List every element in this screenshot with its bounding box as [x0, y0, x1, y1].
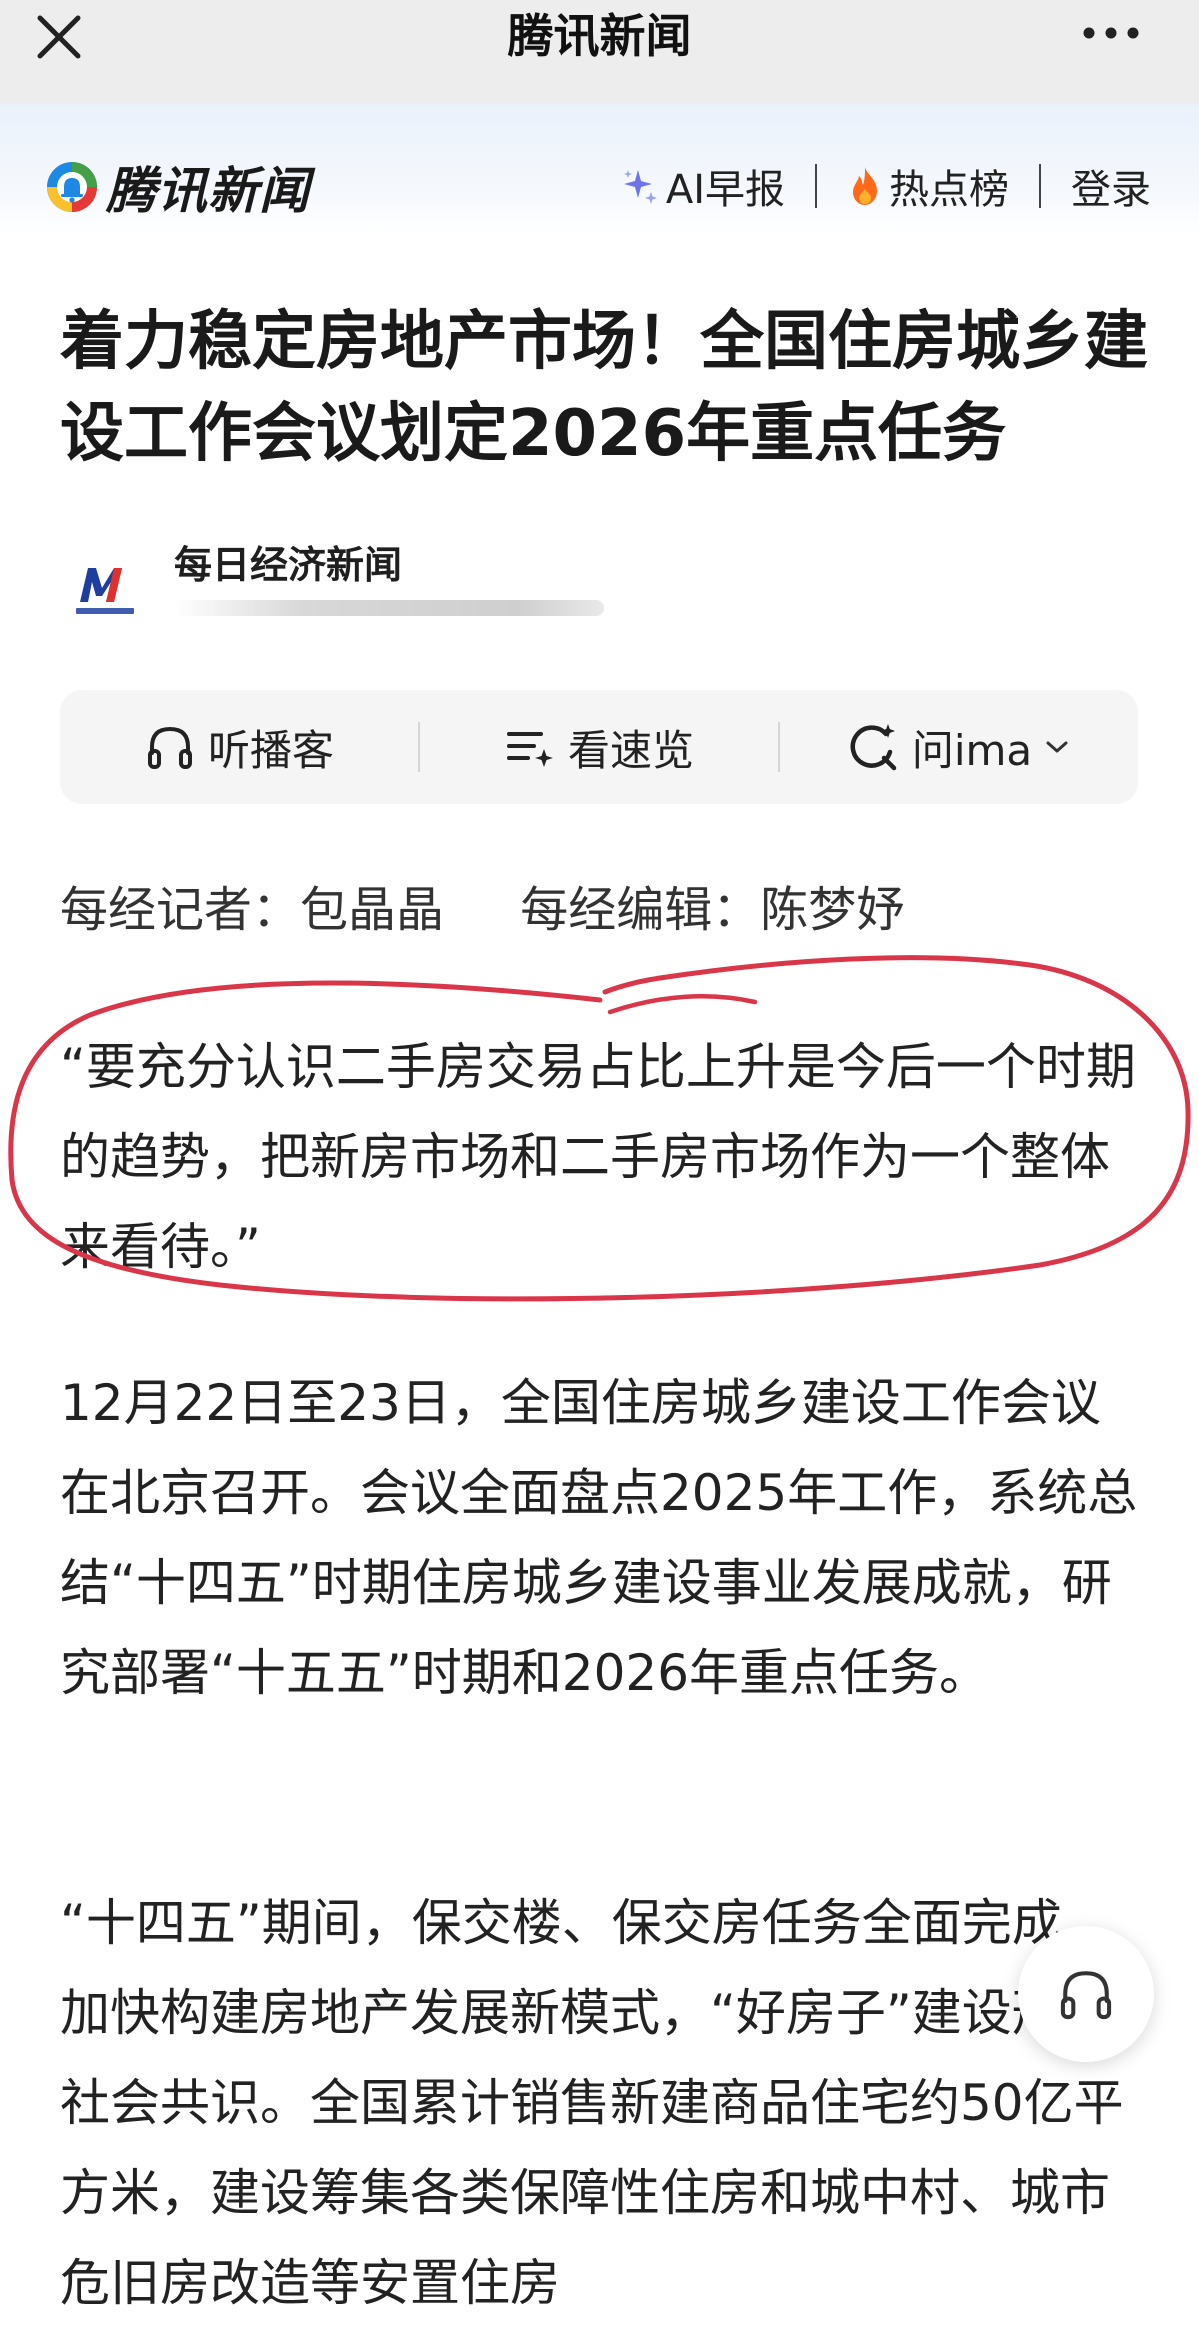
site-header: 腾讯新闻 AI早报 热点榜 登录 [0, 104, 1199, 236]
list-sparkle-icon [506, 732, 553, 767]
site-logo[interactable]: 腾讯新闻 [44, 154, 310, 220]
header-nav: AI早报 热点榜 登录 [620, 156, 1151, 216]
quote-paragraph: “要充分认识二手房交易占比上升是今后一个时期的趋势，把新房市场和二手房市场作为一… [60, 1038, 1136, 1276]
flame-icon [853, 167, 877, 205]
ai-brief-label: AI早报 [665, 167, 785, 213]
article-source[interactable]: 每日经济新闻 [60, 530, 660, 640]
more-options-icon[interactable] [1081, 18, 1141, 48]
byline: 每经记者：包晶晶 每经编辑：陈梦妤 [60, 882, 905, 938]
quick-summary-button[interactable]: 看速览 [420, 690, 778, 804]
ima-search-icon [850, 724, 897, 771]
publisher-name[interactable]: 每日经济新闻 [174, 534, 402, 589]
publish-meta-blurred [174, 600, 604, 616]
headphones-icon [147, 726, 192, 769]
tencent-news-bell-icon [47, 162, 97, 212]
floating-audio-button[interactable] [1018, 1926, 1154, 2062]
article-tools: 听播客 看速览 问ima [60, 690, 1138, 804]
ai-brief-link[interactable]: AI早报 [620, 157, 785, 215]
listen-label: 听播客 [207, 725, 334, 775]
app-title: 腾讯新闻 [507, 9, 692, 63]
summary-label: 看速览 [567, 725, 694, 775]
login-link[interactable]: 登录 [1071, 157, 1151, 215]
logo-text: 腾讯新闻 [106, 162, 310, 220]
nav-divider [815, 164, 817, 208]
app-title-bar: 腾讯新闻 [0, 0, 1199, 104]
login-label: 登录 [1071, 167, 1151, 213]
chevron-down-icon [1046, 741, 1068, 753]
body-paragraph: 12月22日至23日，全国住房城乡建设工作会议在北京召开。会议全面盘点2025年… [60, 1374, 1138, 1702]
listen-podcast-button[interactable]: 听播客 [60, 690, 418, 804]
publisher-avatar[interactable] [60, 544, 150, 634]
body-paragraph: “十四五”期间，保交楼、保交房任务全面完成，加快构建房地产发展新模式，“好房子”… [60, 1894, 1124, 2312]
hot-list-link[interactable]: 热点榜 [847, 157, 1009, 215]
ask-ima-button[interactable]: 问ima [780, 690, 1138, 804]
article-title: 着力稳定房地产市场！全国住房城乡建设工作会议划定2026年重点任务 [60, 305, 1148, 471]
hot-list-label: 热点榜 [889, 167, 1009, 213]
nav-divider [1039, 164, 1041, 208]
sparkle-icon [623, 170, 657, 204]
headphones-icon [1060, 1971, 1112, 2020]
ask-label: 问ima [911, 725, 1033, 775]
